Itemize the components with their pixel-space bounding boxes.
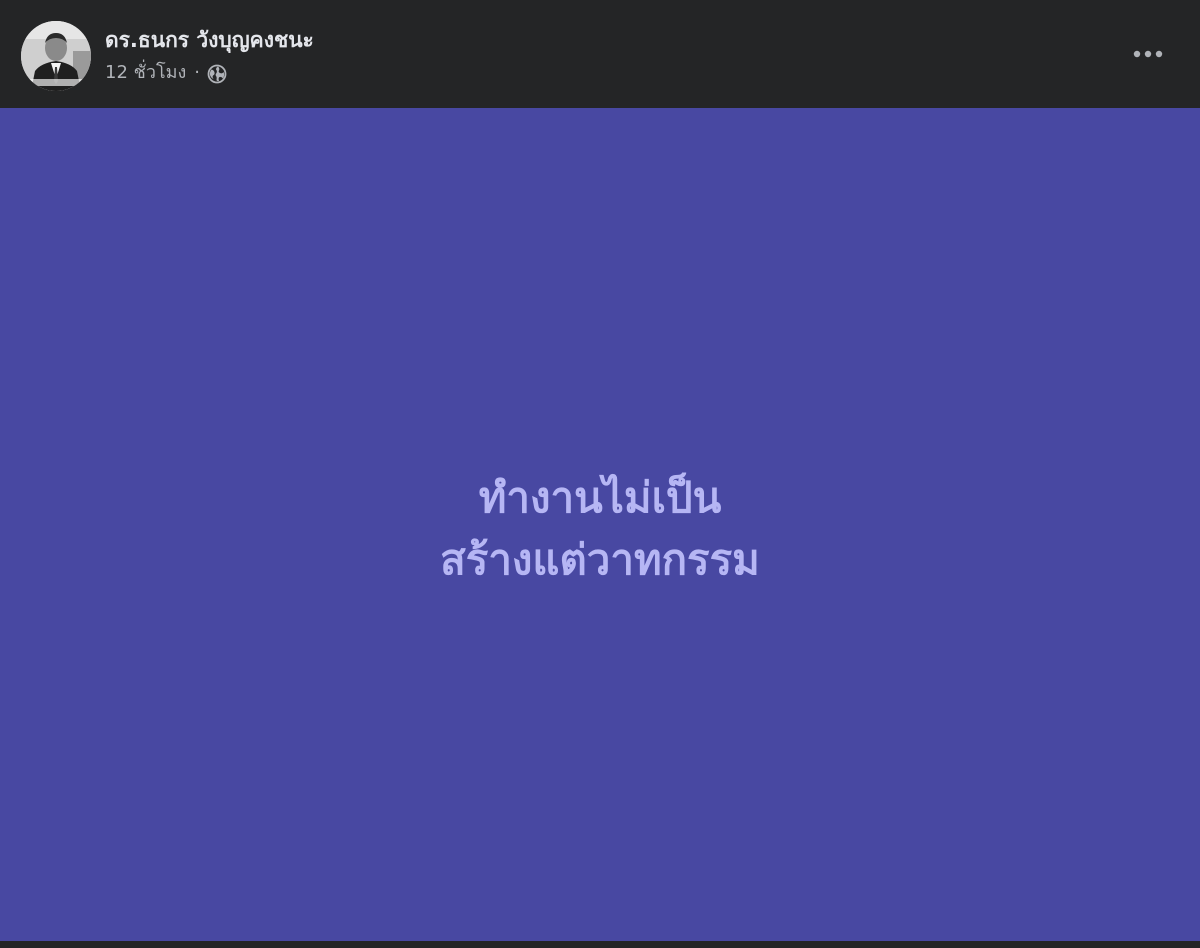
post-text-line: ทำงานไม่เป็น [478,472,722,522]
post-header: ดร.ธนกร วังบุญคงชนะ 12 ชั่วโมง · [0,0,1200,108]
author-avatar[interactable] [21,21,91,91]
post-meta: 12 ชั่วโมง · [105,60,227,86]
post-text-line: สร้างแต่วาทกรรม [440,534,760,584]
meta-separator: · [194,62,201,83]
more-options-button[interactable] [1124,36,1172,72]
avatar-photo [21,21,91,91]
post-text: ทำงานไม่เป็น สร้างแต่วาทกรรม [440,467,760,591]
post-timestamp[interactable]: 12 ชั่วโมง [105,60,186,86]
author-name[interactable]: ดร.ธนกร วังบุญคงชนะ [105,25,314,55]
post-content-background: ทำงานไม่เป็น สร้างแต่วาทกรรม [0,108,1200,941]
more-horizontal-icon [1133,50,1163,58]
globe-icon[interactable] [207,64,227,84]
post-footer-edge [0,941,1200,948]
facebook-post: ดร.ธนกร วังบุญคงชนะ 12 ชั่วโมง · ทำงานไม… [0,0,1200,948]
